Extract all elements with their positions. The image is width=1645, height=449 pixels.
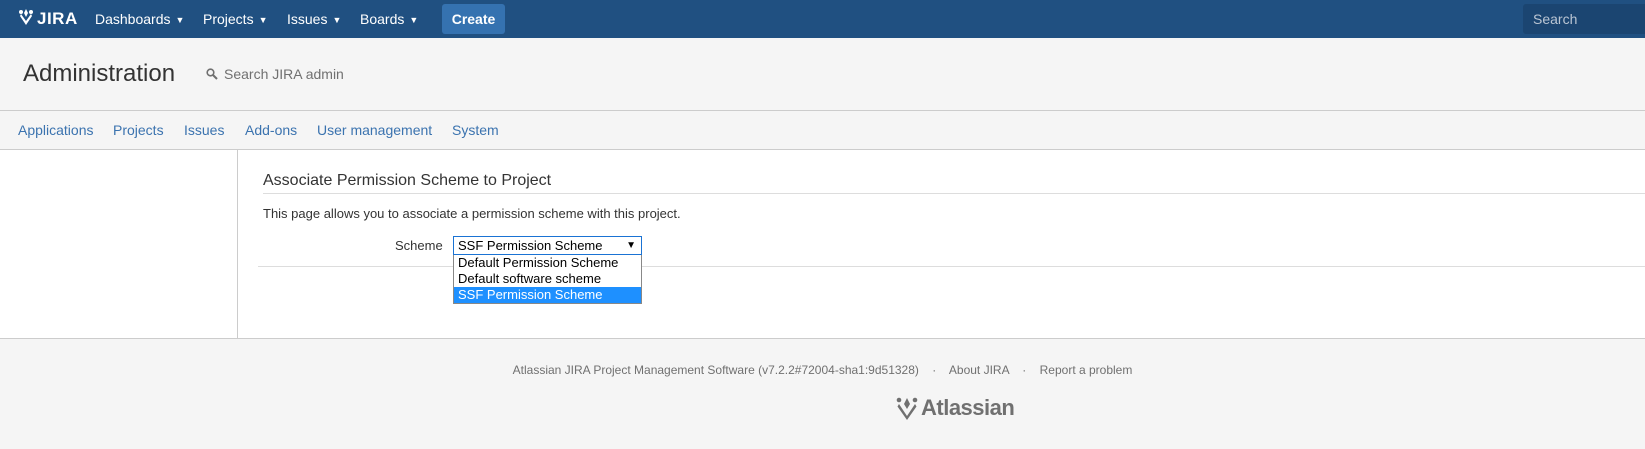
scheme-dropdown-list: Default Permission Scheme Default softwa… bbox=[453, 255, 642, 304]
top-navigation-bar: JIRA Dashboards ▼ Projects ▼ Issues ▼ Board… bbox=[0, 0, 1645, 38]
admin-search-input[interactable]: Search JIRA admin bbox=[206, 66, 344, 82]
search-icon bbox=[206, 68, 218, 80]
about-jira-link[interactable]: About JIRA bbox=[949, 363, 1009, 377]
nav-dashboards-label: Dashboards bbox=[95, 11, 171, 27]
admin-sidebar bbox=[0, 150, 238, 338]
jira-logo-icon bbox=[19, 9, 33, 25]
admin-header: Administration Search JIRA admin bbox=[0, 38, 1645, 111]
jira-logo[interactable]: JIRA bbox=[18, 8, 78, 30]
footer-separator: · bbox=[932, 363, 937, 377]
footer-links: Atlassian JIRA Project Management Softwa… bbox=[0, 363, 1645, 377]
page-title: Administration bbox=[23, 60, 176, 87]
tab-system[interactable]: System bbox=[452, 122, 499, 138]
form-description: This page allows you to associate a perm… bbox=[263, 206, 681, 221]
nav-issues[interactable]: Issues ▼ bbox=[287, 0, 341, 38]
chevron-down-icon: ▼ bbox=[409, 15, 419, 25]
title-divider bbox=[263, 193, 1645, 194]
tab-add-ons[interactable]: Add-ons bbox=[245, 122, 297, 138]
logo-text: JIRA bbox=[37, 9, 78, 28]
scheme-option[interactable]: Default Permission Scheme bbox=[454, 255, 641, 271]
tab-applications[interactable]: Applications bbox=[18, 122, 94, 138]
main-content: Associate Permission Scheme to Project T… bbox=[238, 150, 1645, 338]
page-footer: Atlassian JIRA Project Management Softwa… bbox=[0, 338, 1645, 449]
scheme-option-selected[interactable]: SSF Permission Scheme bbox=[454, 287, 641, 303]
nav-boards-label: Boards bbox=[360, 11, 405, 27]
scheme-option[interactable]: Default software scheme bbox=[454, 271, 641, 287]
nav-projects[interactable]: Projects ▼ bbox=[203, 0, 268, 38]
nav-projects-label: Projects bbox=[203, 11, 254, 27]
footer-separator: · bbox=[1022, 363, 1027, 377]
nav-issues-label: Issues bbox=[287, 11, 328, 27]
create-button[interactable]: Create bbox=[442, 4, 505, 34]
nav-dashboards[interactable]: Dashboards ▼ bbox=[95, 0, 184, 38]
tab-issues[interactable]: Issues bbox=[184, 122, 224, 138]
report-problem-link[interactable]: Report a problem bbox=[1040, 363, 1133, 377]
scheme-select-value: SSF Permission Scheme bbox=[458, 238, 603, 253]
scheme-select[interactable]: SSF Permission Scheme ▼ bbox=[453, 236, 642, 255]
footer-version-text: Atlassian JIRA Project Management Softwa… bbox=[512, 363, 919, 377]
admin-tab-bar: Applications Projects Issues Add-ons Use… bbox=[0, 111, 1645, 150]
atlassian-logo-text: Atlassian bbox=[921, 395, 1015, 420]
admin-search-placeholder: Search JIRA admin bbox=[224, 66, 344, 82]
form-title: Associate Permission Scheme to Project bbox=[263, 172, 552, 189]
global-search-input[interactable]: Search bbox=[1523, 4, 1645, 34]
atlassian-logo[interactable]: Atlassian bbox=[895, 395, 1015, 421]
dropdown-arrow-icon: ▼ bbox=[626, 240, 636, 251]
nav-boards[interactable]: Boards ▼ bbox=[360, 0, 418, 38]
chevron-down-icon: ▼ bbox=[258, 15, 268, 25]
chevron-down-icon: ▼ bbox=[175, 15, 185, 25]
atlassian-logo-icon bbox=[896, 397, 918, 420]
tab-projects[interactable]: Projects bbox=[113, 122, 164, 138]
chevron-down-icon: ▼ bbox=[332, 15, 342, 25]
tab-user-management[interactable]: User management bbox=[317, 122, 432, 138]
scheme-label: Scheme bbox=[395, 238, 443, 253]
